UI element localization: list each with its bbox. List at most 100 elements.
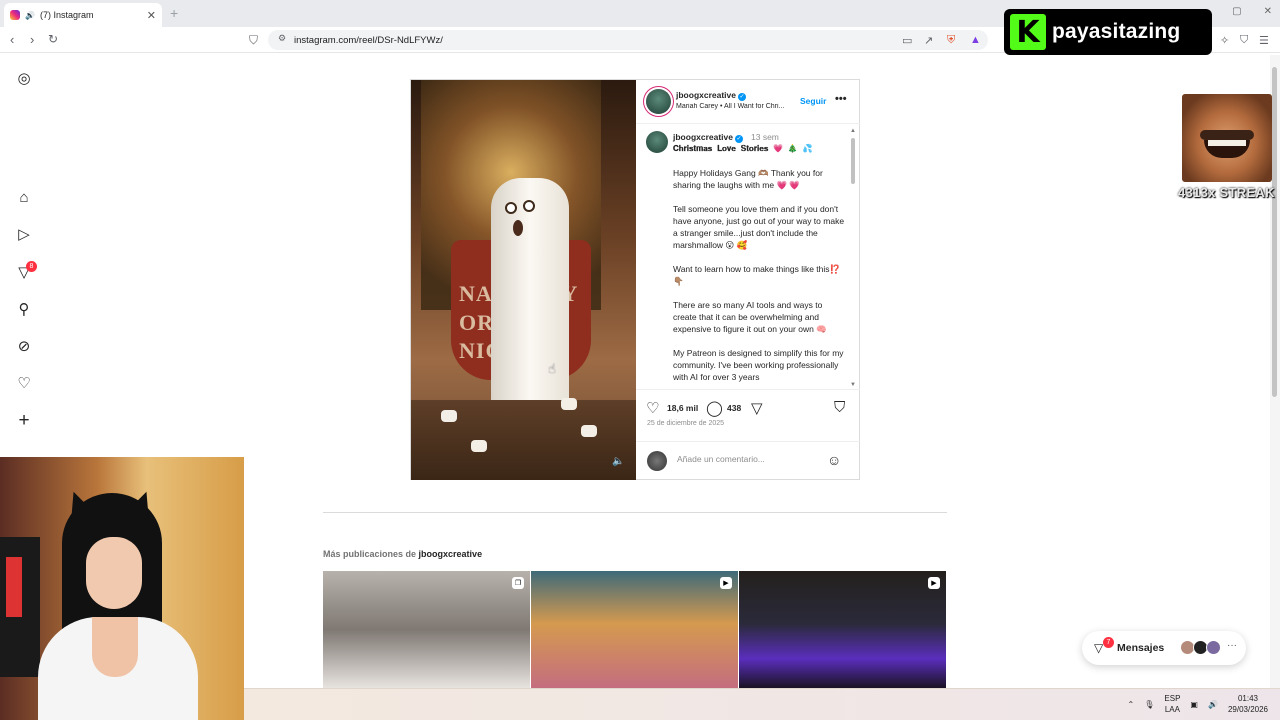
reload-icon[interactable]: ↻	[48, 32, 58, 46]
caption-paragraph: My Patreon is designed to simplify this …	[673, 348, 844, 382]
direct-message-icon: ▽	[1094, 641, 1104, 655]
reel-icon: ▶	[720, 577, 732, 589]
clock-date: 29/03/2026	[1227, 705, 1268, 714]
webcam-face	[86, 537, 142, 609]
search-icon[interactable]: ⚲	[15, 300, 33, 318]
webcam-neck	[92, 617, 138, 677]
create-icon[interactable]: +	[15, 410, 33, 431]
marshmallow-eye	[523, 200, 535, 212]
bookmark-page-icon[interactable]: ⛉	[249, 33, 258, 48]
webcam-overlay	[0, 457, 244, 720]
reel-icon: ▶	[928, 577, 940, 589]
post-actions: ♡ 18,6 mil ◯ 438 ▽ ⛉	[636, 389, 860, 423]
new-tab-button[interactable]: +	[170, 5, 178, 21]
author-username-link[interactable]: jboogxcreative ✓	[676, 90, 746, 101]
carousel-icon: ❐	[512, 577, 524, 589]
reels-icon[interactable]: ▷	[15, 225, 33, 243]
caption-time[interactable]: 13 sem	[751, 132, 779, 142]
marshmallow-piece	[581, 425, 597, 437]
more-options-icon[interactable]: •••	[835, 93, 847, 105]
site-info-icon[interactable]: ⚙	[278, 33, 286, 44]
instagram-favicon-icon	[10, 10, 20, 20]
back-icon[interactable]: ‹	[10, 32, 14, 47]
scroll-down-icon[interactable]: ▼	[850, 382, 856, 388]
streak-emote-image	[1182, 94, 1272, 182]
share-icon[interactable]: ↗	[924, 34, 933, 47]
more-posts-username[interactable]: jboogxcreative	[419, 549, 483, 559]
post-thumbnail[interactable]: ▶	[531, 571, 738, 688]
kick-logo-icon: K	[1010, 14, 1046, 50]
follow-button[interactable]: Seguir	[800, 96, 826, 106]
kick-brand-overlay: K payasitazing	[1004, 9, 1212, 55]
reel-video[interactable]: NAUGHTY OR NICE 🔈 ☝	[411, 80, 636, 480]
maximize-icon[interactable]: ▢	[1232, 6, 1241, 17]
home-icon[interactable]: ⌂	[15, 188, 33, 206]
caption-username-link[interactable]: jboogxcreative ✓	[673, 132, 743, 143]
caption-paragraph: There are so many AI tools and ways to c…	[673, 300, 827, 334]
caption-paragraph: Tell someone you love them and if you do…	[673, 204, 845, 250]
author-username[interactable]: jboogxcreative	[676, 90, 736, 100]
marshmallow-piece	[471, 440, 487, 452]
tab-close-icon[interactable]: ✕	[147, 9, 156, 22]
caption-username[interactable]: jboogxcreative	[673, 132, 733, 142]
url-text: instagram.com/reel/DSr-NdLFYWz/	[294, 34, 443, 46]
caption-paragraph: Want to learn how to make things like th…	[673, 264, 841, 286]
leo-ai-icon[interactable]: ✧	[1220, 34, 1229, 47]
scroll-up-icon[interactable]: ▲	[850, 128, 856, 134]
more-posts-heading: Más publicaciones de jboogxcreative	[323, 549, 482, 559]
mouse-cursor-icon: ☝	[548, 361, 556, 376]
heart-notifications-icon[interactable]: ♡	[15, 374, 33, 392]
comment-row: ☺	[636, 441, 860, 479]
comment-count[interactable]: 438	[727, 403, 741, 413]
language-indicator[interactable]: ESP LAA	[1164, 693, 1180, 715]
page-scrollbar-thumb[interactable]	[1272, 67, 1277, 397]
marshmallow-mouth	[513, 220, 523, 236]
browser-tab[interactable]: 🔊 (7) Instagram ✕	[4, 3, 162, 27]
like-icon[interactable]: ♡	[646, 399, 659, 417]
forward-icon[interactable]: ›	[30, 32, 34, 47]
verified-icon: ✓	[738, 93, 746, 101]
clock[interactable]: 01:43 29/03/2026	[1228, 693, 1268, 715]
brave-shield-icon[interactable]: ⛨	[947, 34, 955, 47]
volume-icon[interactable]: 🔈	[612, 456, 624, 467]
cast-icon[interactable]: ▭	[902, 34, 912, 47]
post-thumbnail[interactable]: ❐	[323, 571, 530, 688]
tray-chevron-icon[interactable]: ⌃	[1128, 700, 1135, 709]
caption-scrollbar[interactable]: ▲ ▼	[850, 128, 856, 388]
streak-counter: 4313x STREAK	[1178, 185, 1275, 200]
emote-mustache	[1200, 130, 1254, 140]
author-avatar[interactable]	[646, 89, 671, 114]
emoji-icon[interactable]: ☺	[827, 452, 841, 468]
audio-track[interactable]: Mariah Carey • All I Want for Chri...	[676, 103, 804, 110]
emote-teeth	[1208, 140, 1246, 146]
rewards-icon[interactable]: ▲	[970, 34, 981, 46]
volume-tray-icon[interactable]: 🔊	[1208, 700, 1218, 709]
audio-icon[interactable]: 🔊	[25, 11, 35, 20]
post-date[interactable]: 25 de diciembre de 2025	[647, 420, 724, 427]
close-window-icon[interactable]: ✕	[1264, 6, 1272, 17]
share-icon[interactable]: ▽	[751, 399, 763, 417]
contact-avatar	[1206, 640, 1221, 655]
caption-avatar[interactable]	[646, 131, 668, 153]
scrollbar-thumb[interactable]	[851, 138, 855, 184]
post-thumbnail[interactable]: ▶	[739, 571, 946, 688]
comment-icon[interactable]: ◯	[706, 399, 723, 417]
caption-title: 𝐂𝐡𝐫𝐢𝐬𝐭𝐦𝐚𝐬 𝐋𝐨𝐯𝐞 𝐒𝐭𝐨𝐫𝐢𝐞𝐬 💗 🎄 💦	[673, 144, 813, 153]
instagram-logo-icon[interactable]: ◎	[15, 69, 33, 87]
caption-text: 𝐂𝐡𝐫𝐢𝐬𝐭𝐦𝐚𝐬 𝐋𝐨𝐯𝐞 𝐒𝐭𝐨𝐫𝐢𝐞𝐬 💗 🎄 💦 Happy Holid…	[673, 143, 845, 387]
verified-icon: ✓	[735, 135, 743, 143]
messages-button[interactable]: ▽ 7 Mensajes ···	[1082, 631, 1246, 665]
viewer-avatar	[647, 451, 667, 471]
menu-icon[interactable]: ☰	[1259, 34, 1269, 47]
microphone-icon[interactable]: 🎙	[1144, 700, 1154, 709]
save-icon[interactable]: ⛉	[834, 399, 845, 416]
keyboard-layout: LAA	[1164, 705, 1180, 714]
like-count[interactable]: 18,6 mil	[667, 403, 698, 413]
network-icon[interactable]: ▣	[1190, 700, 1198, 709]
tab-title: (7) Instagram	[39, 10, 94, 20]
comment-input[interactable]	[677, 454, 817, 464]
address-bar[interactable]: instagram.com/reel/DSr-NdLFYWz/	[268, 30, 988, 50]
messages-more: ···	[1227, 640, 1237, 651]
explore-icon[interactable]: ⊘	[15, 337, 33, 355]
vpn-shield-icon[interactable]: ⛉	[1240, 34, 1248, 47]
